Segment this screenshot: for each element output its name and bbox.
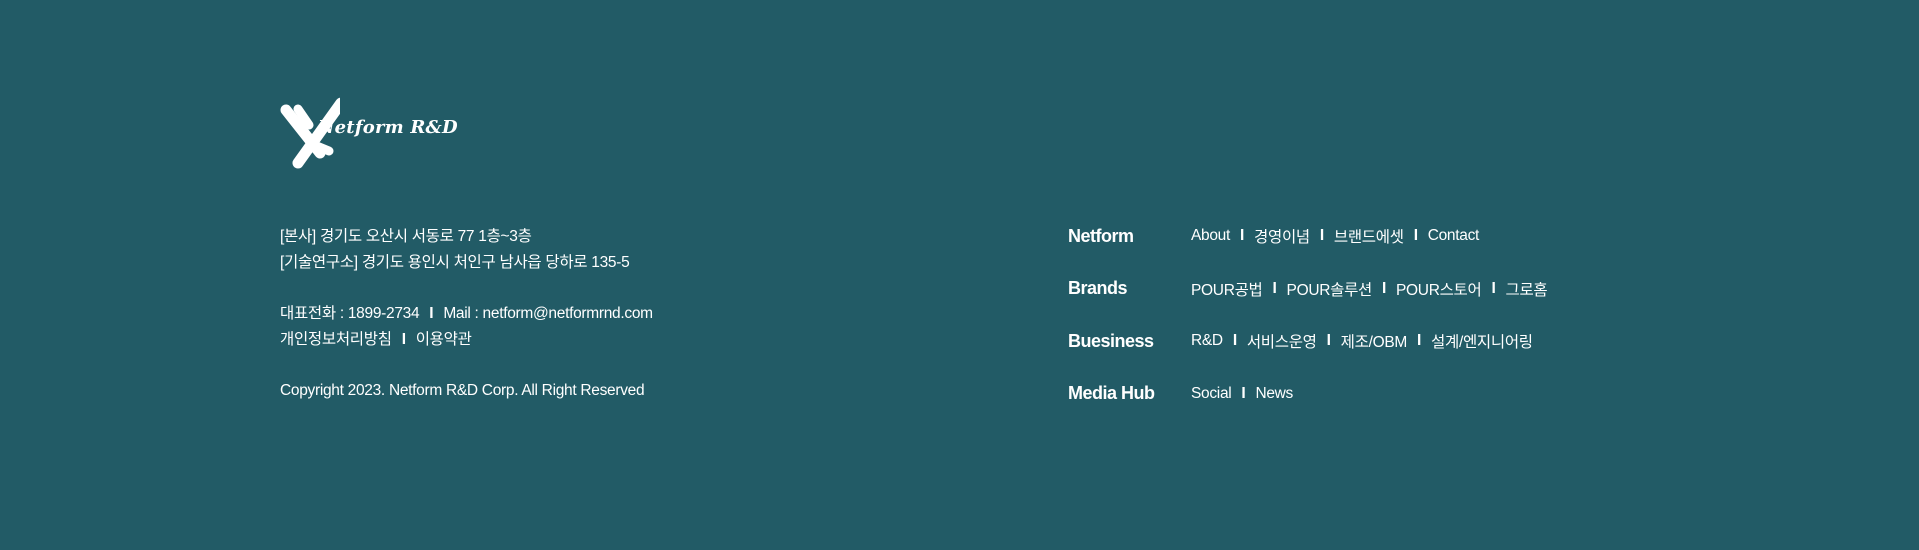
separator: I	[1241, 384, 1246, 402]
nav-links-netform: About I 경영이념 I 브랜드에셋 I Contact	[1191, 225, 1479, 247]
separator: I	[429, 305, 434, 322]
nav-link-brand-asset[interactable]: 브랜드에셋	[1334, 225, 1404, 247]
privacy-policy-link[interactable]: 개인정보처리방침	[280, 331, 392, 348]
separator: I	[1413, 227, 1418, 244]
nav-link-news[interactable]: News	[1255, 385, 1293, 403]
nav-links-brands: POUR공법 I POUR솔루션 I POUR스토어 I 그로홈	[1191, 278, 1548, 300]
company-info: [본사] 경기도 오산시 서동로 77 1층~3층 [기술연구소] 경기도 용인…	[280, 224, 653, 404]
nav-link-pour-store[interactable]: POUR스토어	[1396, 278, 1482, 300]
nav-heading-brands[interactable]: Brands	[1068, 278, 1191, 299]
nav-row-business: Buesiness R&D I 서비스운영 I 제조/OBM I 설계/엔지니어…	[1068, 326, 1547, 356]
separator: I	[1417, 332, 1422, 349]
nav-link-philosophy[interactable]: 경영이념	[1254, 225, 1310, 247]
nav-link-social[interactable]: Social	[1191, 385, 1232, 403]
nav-row-brands: Brands POUR공법 I POUR솔루션 I POUR스토어 I 그로홈	[1068, 274, 1548, 304]
separator: I	[1382, 279, 1387, 297]
nav-heading-netform[interactable]: Netform	[1068, 226, 1191, 247]
separator: I	[1272, 279, 1277, 297]
nav-link-grohome[interactable]: 그로홈	[1506, 278, 1548, 300]
nav-link-contact[interactable]: Contact	[1428, 227, 1480, 245]
separator: I	[1491, 279, 1496, 297]
copyright-text: Copyright 2023. Netform R&D Corp. All Ri…	[280, 382, 645, 399]
nav-link-rnd[interactable]: R&D	[1191, 332, 1223, 350]
terms-link[interactable]: 이용약관	[416, 331, 472, 348]
nav-links-business: R&D I 서비스운영 I 제조/OBM I 설계/엔지니어링	[1191, 330, 1533, 352]
separator: I	[1319, 227, 1324, 244]
site-footer: Netform R&D [본사] 경기도 오산시 서동로 77 1층~3층 [기…	[0, 0, 1919, 550]
nav-link-about[interactable]: About	[1191, 227, 1230, 245]
phone-number: 대표전화 : 1899-2734	[280, 305, 420, 322]
separator: I	[1232, 332, 1237, 349]
separator: I	[1240, 227, 1245, 244]
separator: I	[401, 331, 406, 348]
policy-links: 개인정보처리방침 I 이용약관	[280, 327, 653, 353]
mail-address[interactable]: Mail : netform@netformrnd.com	[443, 305, 653, 322]
nav-link-engineering[interactable]: 설계/엔지니어링	[1431, 330, 1533, 352]
nav-heading-media-hub[interactable]: Media Hub	[1068, 383, 1191, 404]
nav-links-media-hub: Social I News	[1191, 385, 1293, 403]
contact-line: 대표전화 : 1899-2734 I Mail : netform@netformr…	[280, 301, 653, 327]
footer-nav: Netform About I 경영이념 I 브랜드에셋 I Contact B…	[1068, 221, 1548, 431]
hq-address: [본사] 경기도 오산시 서동로 77 1층~3층	[280, 228, 532, 245]
netform-logo[interactable]: Netform R&D	[280, 95, 458, 175]
separator: I	[1326, 332, 1331, 349]
nav-link-pour-method[interactable]: POUR공법	[1191, 278, 1263, 300]
nav-link-service-operation[interactable]: 서비스운영	[1247, 330, 1317, 352]
nav-row-netform: Netform About I 경영이념 I 브랜드에셋 I Contact	[1068, 221, 1547, 251]
nav-heading-business[interactable]: Buesiness	[1068, 331, 1191, 352]
lab-address: [기술연구소] 경기도 용인시 처인구 남사읍 당하로 135-5	[280, 254, 630, 271]
nav-link-pour-solution[interactable]: POUR솔루션	[1287, 278, 1373, 300]
nav-row-media-hub: Media Hub Social I News	[1068, 379, 1547, 409]
logo-text: Netform R&D	[318, 117, 458, 138]
nav-link-manufacturing[interactable]: 제조/OBM	[1341, 330, 1408, 352]
